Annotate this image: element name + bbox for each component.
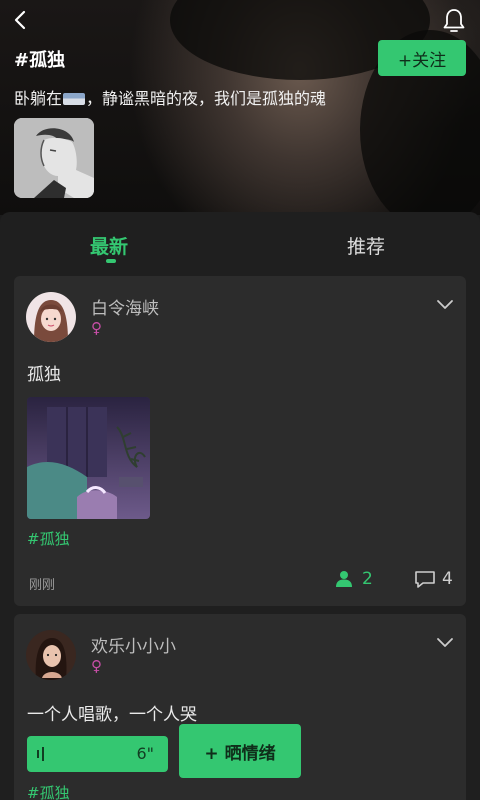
notification-button[interactable] (440, 6, 468, 36)
share-emotion-button[interactable]: + 晒情绪 (179, 724, 301, 778)
post-hashtag[interactable]: #孤独 (27, 782, 70, 800)
tab-recommend[interactable]: 推荐 (347, 232, 385, 259)
back-button[interactable] (8, 6, 32, 34)
like-count: 2 (362, 569, 373, 589)
comment-button[interactable]: 4 (414, 569, 453, 589)
description-text-start: 卧躺在 (14, 89, 63, 108)
topic-title: #孤独 (14, 50, 66, 71)
voice-wave-icon (37, 747, 44, 761)
bell-icon (443, 9, 465, 32)
voice-duration: 6" (136, 744, 154, 763)
comment-count: 4 (442, 569, 453, 589)
topic-cover-image[interactable] (14, 118, 94, 198)
post-hashtag[interactable]: #孤独 (27, 528, 70, 549)
post-timestamp: 刚刚 (29, 578, 56, 593)
topic-description: 卧躺在 ，静谧黑暗的夜，我们是孤独的魂 (14, 85, 326, 109)
post-card[interactable]: 白令海峡 ♀ 孤独 #孤独 刚刚 2 4 (14, 276, 466, 606)
bed-emoji (63, 93, 86, 105)
gender-female-icon: ♀ (91, 657, 102, 675)
user-like-icon (336, 571, 352, 587)
like-button[interactable]: 2 (334, 569, 373, 589)
post-card[interactable]: 欢乐小小小 ♀ 一个人唱歌，一个人哭 6" + 晒情绪 #孤独 (14, 614, 466, 800)
comment-bubble-icon (415, 571, 435, 588)
tab-latest[interactable]: 最新 (90, 232, 128, 259)
username[interactable]: 白令海峡 (91, 294, 159, 319)
gender-female-icon: ♀ (91, 319, 102, 337)
user-avatar-image (26, 292, 76, 342)
portrait-sketch-image (14, 118, 94, 198)
avatar[interactable] (26, 292, 76, 342)
post-image[interactable] (27, 397, 150, 519)
user-avatar-image (26, 630, 76, 680)
topic-header: #孤独 +关注 卧躺在 ，静谧黑暗的夜，我们是孤独的魂 (0, 0, 480, 215)
active-tab-indicator (106, 259, 116, 263)
chevron-down-icon[interactable] (436, 636, 454, 648)
night-room-illustration (27, 397, 150, 519)
post-text: 孤独 (27, 365, 61, 385)
avatar[interactable] (26, 630, 76, 680)
voice-message-player[interactable]: 6" (27, 736, 168, 772)
chevron-down-icon[interactable] (436, 298, 454, 310)
follow-button[interactable]: +关注 (378, 40, 466, 76)
description-text-end: ，静谧黑暗的夜，我们是孤独的魂 (86, 89, 327, 108)
post-text: 一个人唱歌，一个人哭 (27, 705, 197, 725)
tab-bar: 最新 推荐 (0, 212, 480, 272)
back-arrow-icon (14, 10, 26, 30)
username[interactable]: 欢乐小小小 (91, 632, 176, 657)
